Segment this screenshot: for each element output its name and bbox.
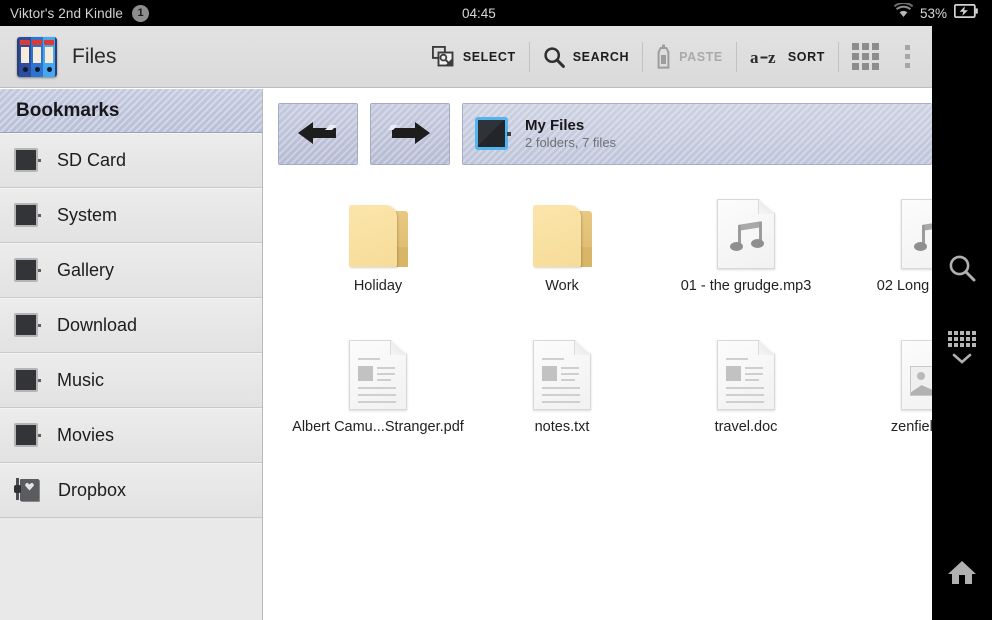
az-sort-icon: a z [750,47,780,67]
file-label: travel.doc [714,419,778,435]
document-file-icon [533,332,591,410]
search-icon [543,46,565,68]
drive-icon [14,422,41,449]
sidebar-item-label: Download [57,315,138,335]
select-icon [431,46,455,67]
sidebar-item-music[interactable]: Music [0,353,262,408]
file-item-image[interactable]: zenfield-zoo [838,332,932,435]
folder-icon [346,191,410,269]
file-label: zenfield-zoo [890,419,932,435]
overflow-menu-button[interactable] [892,37,932,77]
status-device-area: Viktor's 2nd Kindle 1 [0,4,150,22]
system-search-button[interactable] [932,246,992,294]
binders-icon [17,36,57,77]
sidebar-item-gallery[interactable]: Gallery [0,243,262,298]
image-file-icon [901,332,932,410]
paste-glue-icon [656,44,671,69]
drive-icon [14,147,41,174]
sidebar-item-label: Movies [57,425,115,445]
file-label: Albert Camu...Stranger.pdf [292,419,464,435]
breadcrumb-subtitle: 2 folders, 7 files [525,135,617,151]
device-name: Viktor's 2nd Kindle [10,5,124,21]
toolbar-actions: SELECT SEARCH PASTE a z SORT [419,26,932,88]
file-item-folder[interactable]: Work [470,191,654,294]
select-button[interactable]: SELECT [419,37,529,77]
sidebar-item-download[interactable]: Download [0,298,262,353]
file-item-document[interactable]: notes.txt [470,332,654,435]
sidebar-item-dropbox[interactable]: Dropbox [0,463,262,518]
navigation-bar: My Files 2 folders, 7 files [264,89,932,169]
file-label: Work [545,278,579,294]
document-file-icon [717,332,775,410]
kindle-screen: Viktor's 2nd Kindle 1 04:45 53% Files SE… [0,0,992,620]
document-file-icon [349,332,407,410]
paste-button[interactable]: PASTE [643,37,736,77]
app-toolbar: Files SELECT SEARCH PASTE a z SORT [0,26,932,88]
search-label: SEARCH [572,49,630,64]
hide-keyboard-button[interactable] [932,326,992,374]
folder-icon [530,191,594,269]
file-item-document[interactable]: Albert Camu...Stranger.pdf [286,332,470,435]
page-title: Files [72,44,117,68]
file-grid: Holiday Work 01 - the grudge.mp3 02 Long… [264,169,932,435]
status-clock: 04:45 [462,5,496,21]
file-item-document[interactable]: travel.doc [654,332,838,435]
sidebar-item-sd-card[interactable]: SD Card [0,133,262,188]
file-label: Holiday [353,278,403,294]
system-side-bar [932,26,992,620]
notification-badge[interactable]: 1 [132,4,150,22]
sidebar-item-label: System [57,205,118,225]
bookmarks-header: Bookmarks [0,89,262,133]
file-label: 02 Long Forg...n [876,278,932,294]
back-arrow-icon [296,119,340,149]
forward-arrow-icon [388,119,432,149]
file-item-audio[interactable]: 01 - the grudge.mp3 [654,191,838,294]
breadcrumb-title: My Files [525,116,585,134]
svg-text:z: z [768,48,776,67]
drive-icon [14,202,41,229]
drive-icon [14,312,41,339]
drive-icon [14,367,41,394]
file-item-folder[interactable]: Holiday [286,191,470,294]
battery-percent: 53% [919,5,947,21]
back-button[interactable] [278,103,358,165]
audio-file-icon [901,191,932,269]
sort-label: SORT [787,49,825,64]
android-status-bar: Viktor's 2nd Kindle 1 04:45 53% [0,0,992,26]
breadcrumb[interactable]: My Files 2 folders, 7 files [462,103,932,165]
overflow-menu-icon [905,45,910,68]
hide-keyboard-icon [948,331,976,347]
drive-icon [14,257,41,284]
select-label: SELECT [462,49,516,64]
grid-view-button[interactable] [839,37,892,77]
file-label: 01 - the grudge.mp3 [680,278,812,294]
sort-button[interactable]: a z SORT [737,37,838,77]
home-icon [946,558,978,591]
wifi-icon [893,2,914,23]
bookmarks-sidebar: Bookmarks SD Card System Gallery Downloa… [0,89,263,620]
audio-file-icon [717,191,775,269]
sidebar-item-label: SD Card [57,150,127,170]
paste-label: PASTE [679,49,723,64]
sidebar-item-label: Dropbox [58,480,127,500]
home-button[interactable] [932,550,992,598]
search-button[interactable]: SEARCH [530,37,642,77]
search-icon [947,253,977,288]
chevron-down-icon [952,351,972,369]
grid-view-icon [852,43,879,70]
storage-icon [475,117,511,151]
file-browser-pane: My Files 2 folders, 7 files Holiday Work [264,89,932,620]
status-indicators: 53% [893,0,978,26]
sidebar-item-movies[interactable]: Movies [0,408,262,463]
sidebar-item-label: Music [57,370,105,390]
sidebar-item-label: Gallery [57,260,115,280]
file-item-audio[interactable]: 02 Long Forg...n [838,191,932,294]
forward-button[interactable] [370,103,450,165]
file-label: notes.txt [534,419,590,435]
battery-charging-icon [953,3,978,23]
dropbox-icon [14,477,42,504]
sidebar-item-system[interactable]: System [0,188,262,243]
svg-text:a: a [750,48,759,67]
